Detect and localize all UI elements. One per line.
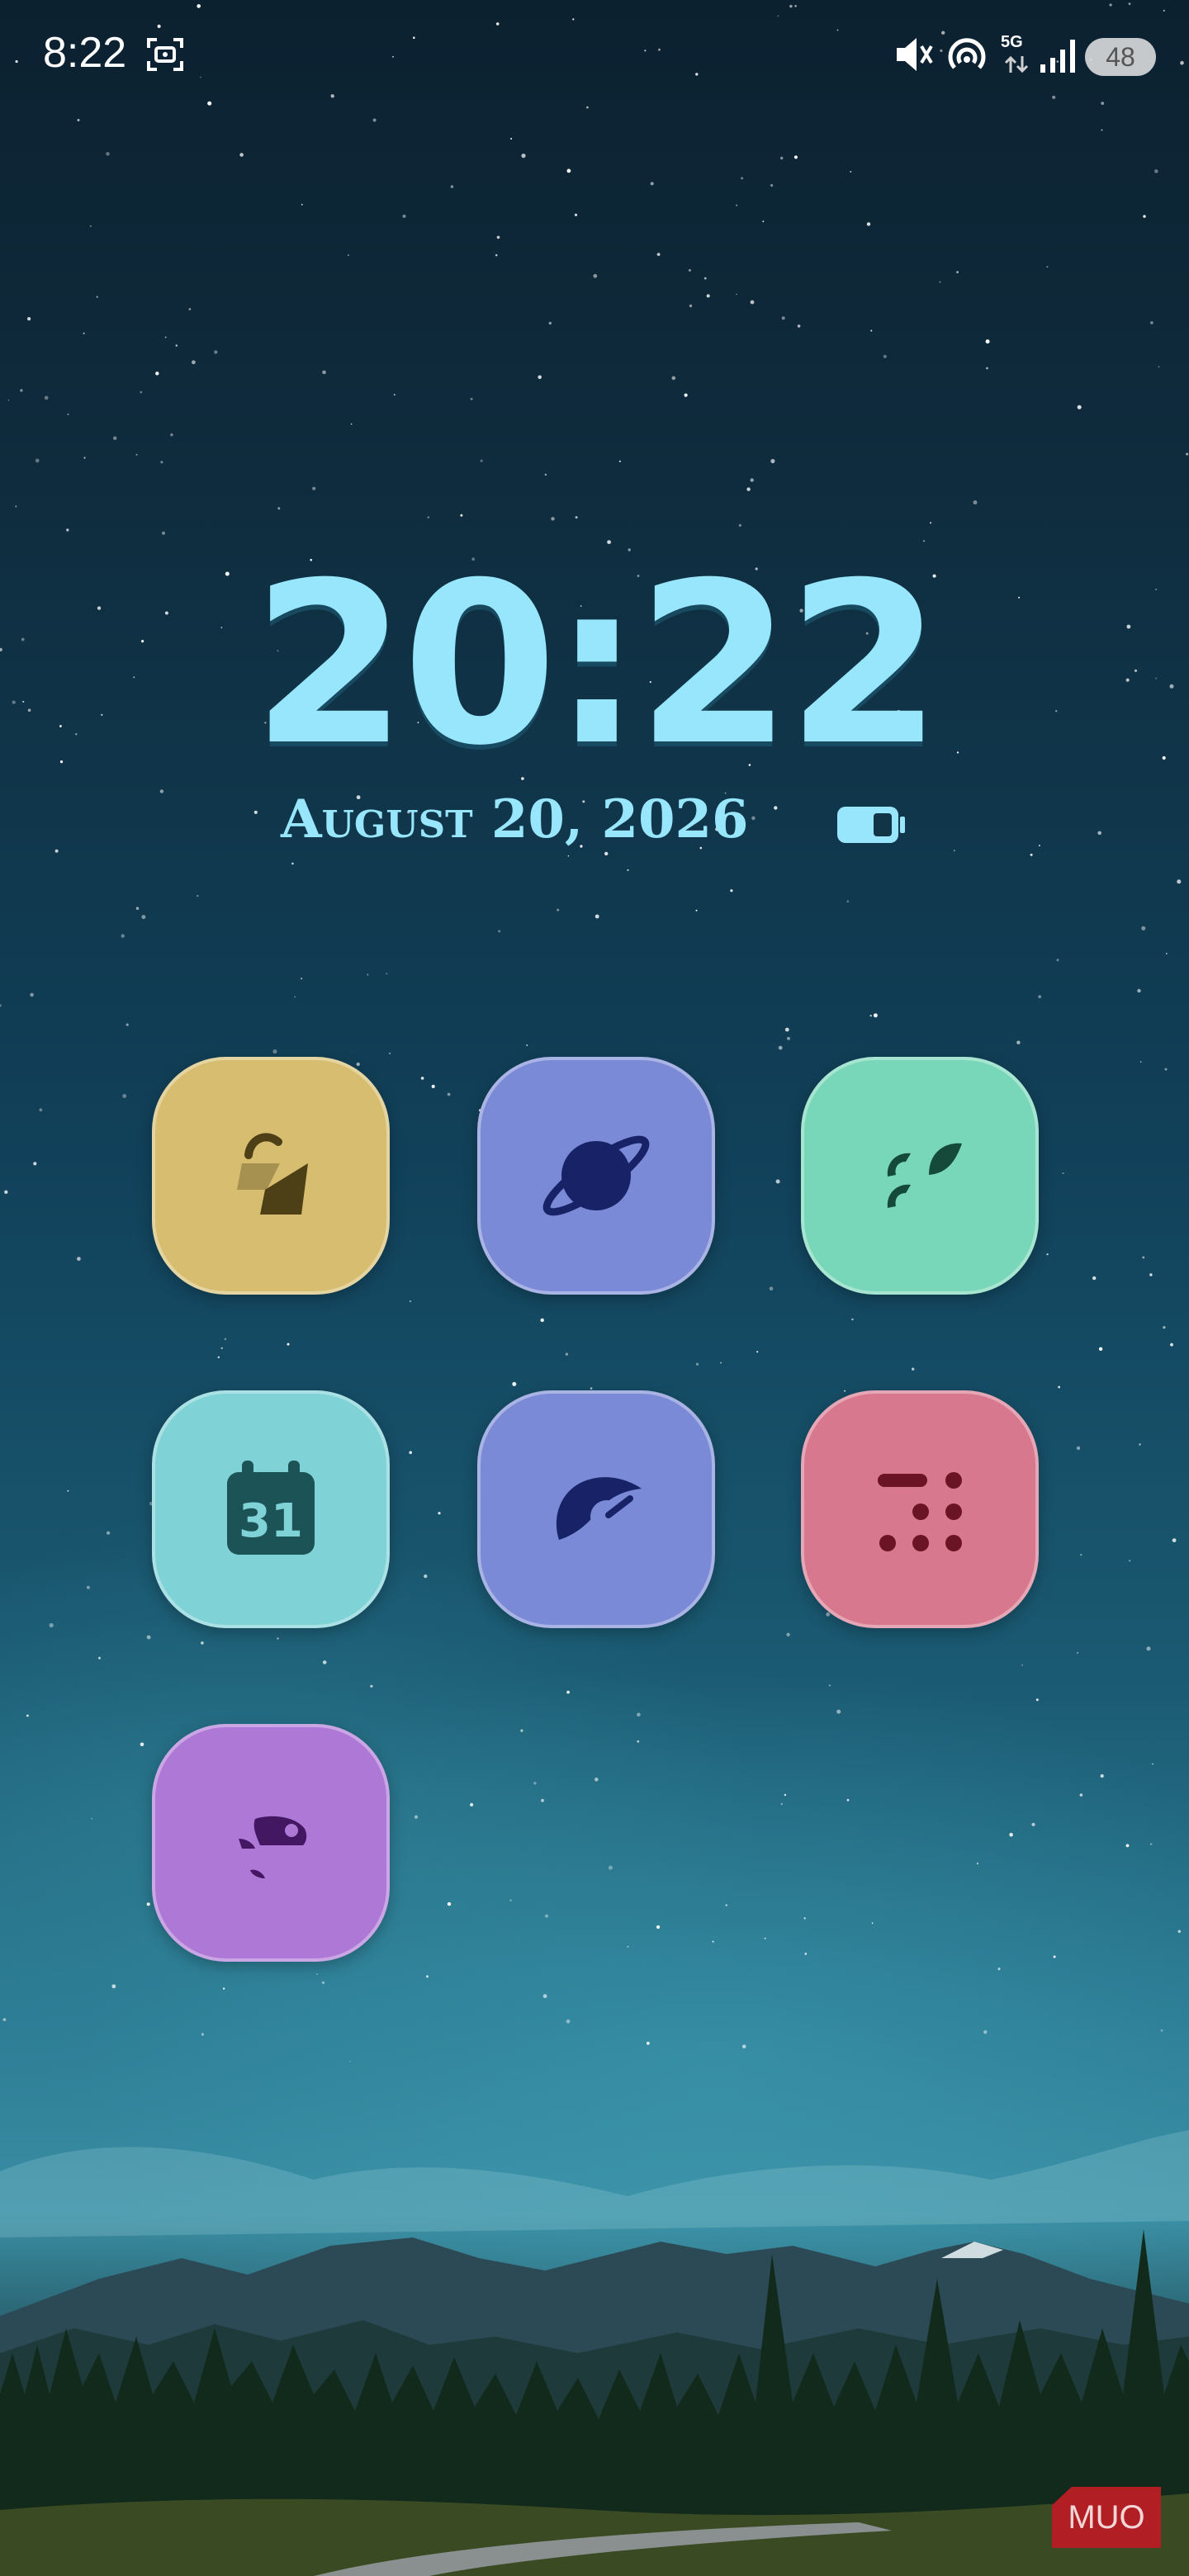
bird-icon bbox=[239, 1816, 307, 1878]
speedometer-icon bbox=[556, 1477, 642, 1540]
data-arrows-icon bbox=[1002, 54, 1030, 78]
leaf-icon bbox=[887, 1143, 962, 1208]
status-bar: 8:22 5G 48 bbox=[0, 0, 1189, 116]
calendar-day: 31 bbox=[239, 1494, 303, 1548]
planet-icon bbox=[542, 1135, 650, 1216]
hotspot-icon bbox=[946, 35, 988, 78]
signal-icon bbox=[1039, 36, 1078, 79]
shopping-bag-icon bbox=[237, 1133, 308, 1215]
app-dialpad[interactable] bbox=[801, 1390, 1039, 1628]
app-calendar[interactable]: 31 bbox=[152, 1390, 390, 1628]
app-leaf[interactable] bbox=[801, 1057, 1039, 1295]
app-shopping[interactable] bbox=[152, 1057, 390, 1295]
mute-icon bbox=[893, 35, 935, 78]
battery-level-icon bbox=[834, 803, 908, 850]
status-time: 8:22 bbox=[43, 29, 127, 77]
watermark-logo: MUO bbox=[1052, 2487, 1161, 2548]
mountain-forest-landscape bbox=[0, 2130, 1189, 2576]
dialpad-icon bbox=[878, 1472, 962, 1551]
network-5g-icon: 5G bbox=[1001, 33, 1023, 51]
calendar-icon: 31 bbox=[227, 1461, 315, 1555]
app-bird[interactable] bbox=[152, 1724, 390, 1962]
app-speedometer[interactable] bbox=[477, 1390, 715, 1628]
screenshot-icon bbox=[145, 36, 185, 76]
app-planet[interactable] bbox=[477, 1057, 715, 1295]
lockscreen-date: August 20, 2026 bbox=[281, 788, 749, 850]
lockscreen-clock: 20:22 bbox=[252, 534, 941, 794]
battery-icon: 48 bbox=[1085, 38, 1156, 76]
